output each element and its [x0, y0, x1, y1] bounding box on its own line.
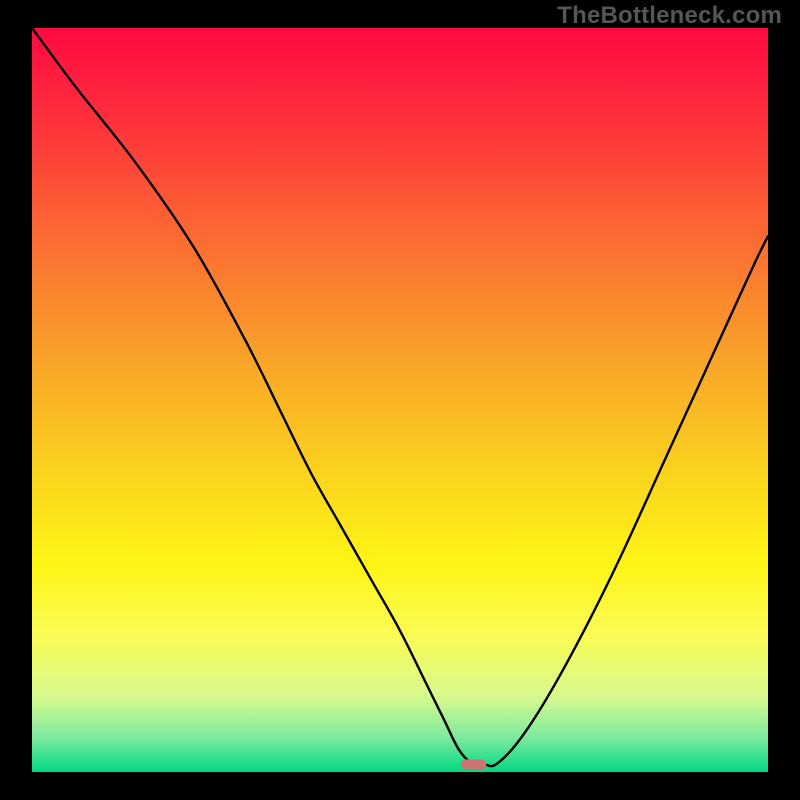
watermark-text: TheBottleneck.com: [557, 2, 782, 30]
plot-background: [32, 28, 768, 772]
chart-frame: TheBottleneck.com: [0, 0, 800, 800]
optimal-marker: [461, 759, 487, 769]
chart-svg: [0, 0, 800, 800]
